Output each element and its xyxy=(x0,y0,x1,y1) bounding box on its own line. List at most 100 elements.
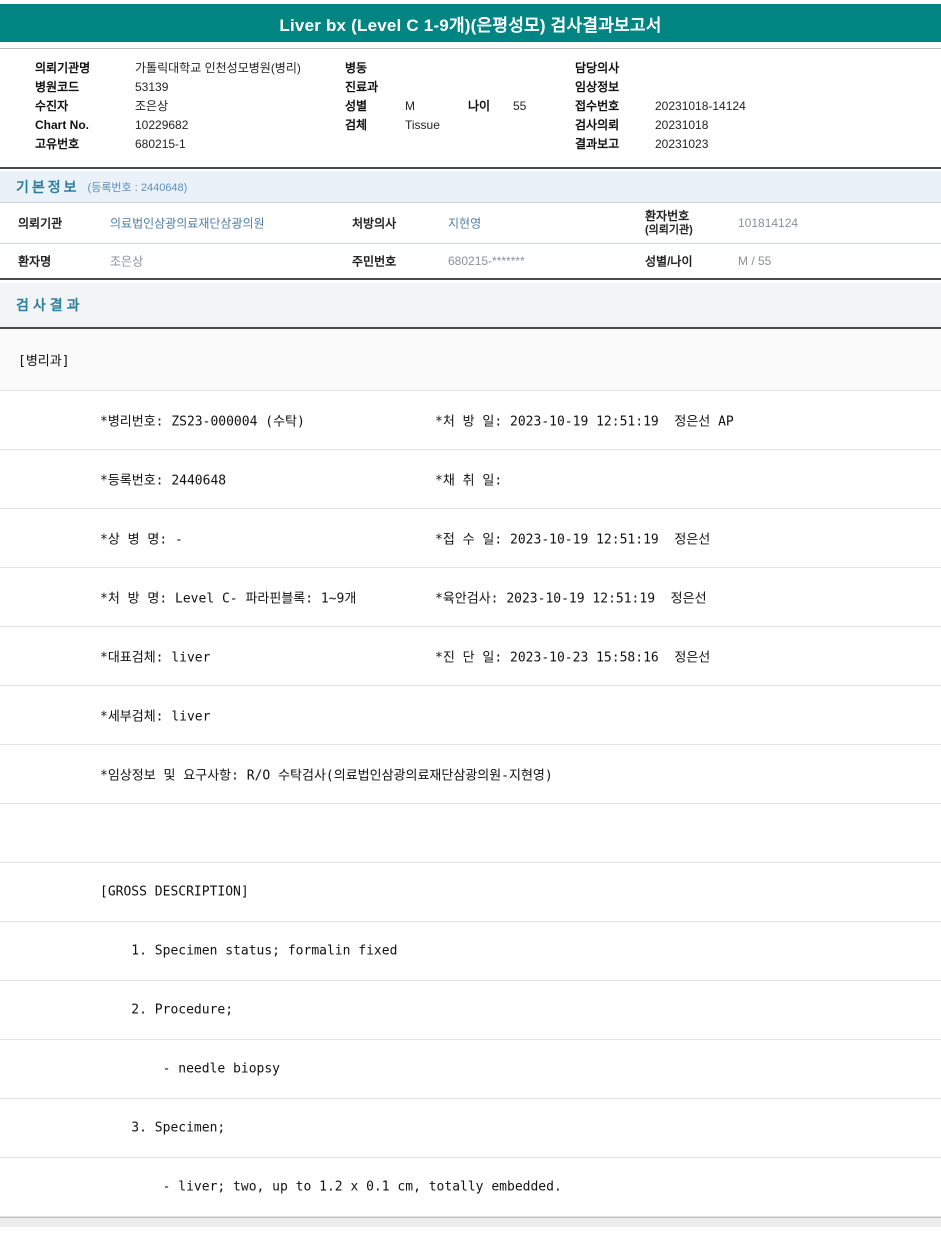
basic-info-title: 기본정보 xyxy=(16,178,80,195)
result-row: - liver; two, up to 1.2 x 0.1 cm, totall… xyxy=(0,1158,941,1217)
result-row: [GROSS DESCRIPTION] xyxy=(0,863,941,922)
field-label: 성별 xyxy=(345,99,368,113)
field-value: 조은상 xyxy=(135,99,169,113)
result-left: *처 방 명: Level C- 파라핀블록: 1~9개 xyxy=(100,591,357,607)
patient-header-middle-column: 병동 진료과 성별 M 나이 55 검체 Tissue xyxy=(345,58,526,134)
field-value: Tissue xyxy=(405,117,440,132)
field-unique-id: 고유번호 680215-1 xyxy=(35,134,301,153)
field-value: M xyxy=(405,98,415,113)
result-row: *병리번호: ZS23-000004 (수탁) *처 방 일: 2023-10-… xyxy=(0,391,941,450)
result-left: *임상정보 및 요구사항: R/O 수탁검사(의료법인삼광의료재단삼광의원-지현… xyxy=(100,768,553,784)
field-value: 조은상 xyxy=(110,254,144,269)
field-clinical-info: 임상정보 xyxy=(575,77,746,96)
field-value: 10229682 xyxy=(135,117,189,132)
footer-strip xyxy=(0,1217,941,1227)
result-row xyxy=(0,804,941,863)
field-hospital-code: 병원코드 53139 xyxy=(35,77,301,96)
field-label: 진료과 xyxy=(345,80,379,94)
field-chart-no: Chart No. 10229682 xyxy=(35,115,301,134)
patient-header-right-column: 담당의사 임상정보 접수번호 20231018-14124 검사의뢰 20231… xyxy=(575,58,746,153)
field-referring-org: 의뢰기관명 가톨릭대학교 인천성모병원(병리) xyxy=(35,58,301,77)
field-label: 임상정보 xyxy=(575,80,620,94)
field-value: 680215-1 xyxy=(135,136,186,151)
field-value: 20231018-14124 xyxy=(655,98,746,113)
result-left: *세부검체: liver xyxy=(100,709,211,725)
result-left: 1. Specimen status; formalin fixed xyxy=(100,943,398,959)
field-label: 의뢰기관 xyxy=(18,216,63,231)
result-row: - needle biopsy xyxy=(0,1040,941,1099)
field-label: 접수번호 xyxy=(575,99,620,113)
result-left: *병리번호: ZS23-000004 (수탁) xyxy=(100,414,305,430)
result-left: - liver; two, up to 1.2 x 0.1 cm, totall… xyxy=(100,1179,562,1195)
field-label: Chart No. xyxy=(35,117,89,132)
field-value: 20231023 xyxy=(655,136,709,151)
field-report-date: 결과보고 20231023 xyxy=(575,134,746,153)
field-value: 가톨릭대학교 인천성모병원(병리) xyxy=(135,61,301,75)
result-row: *임상정보 및 요구사항: R/O 수탁검사(의료법인삼광의료재단삼광의원-지현… xyxy=(0,745,941,804)
field-label: 병동 xyxy=(345,61,368,75)
field-label: 검체 xyxy=(345,118,368,132)
field-specimen: 검체 Tissue xyxy=(345,115,526,134)
result-right: *접 수 일: 2023-10-19 12:51:19 정은선 xyxy=(435,532,711,548)
field-request-date: 검사의뢰 20231018 xyxy=(575,115,746,134)
result-left: 2. Procedure; xyxy=(100,1002,234,1018)
results-section-header: 검사결과 xyxy=(0,283,941,329)
result-left: [GROSS DESCRIPTION] xyxy=(100,884,249,900)
field-label-line2: (의뢰기관) xyxy=(645,224,693,236)
basic-info-registration-no: (등록번호 : 2440648) xyxy=(87,181,188,194)
field-value: 55 xyxy=(513,98,527,113)
field-label: 고유번호 xyxy=(35,137,80,151)
result-left: 3. Specimen; xyxy=(100,1120,226,1136)
result-row: 2. Procedure; xyxy=(0,981,941,1040)
result-right: *육안검사: 2023-10-19 12:51:19 정은선 xyxy=(435,591,707,607)
field-label: 의뢰기관명 xyxy=(35,61,91,75)
results-department-row: [병리과] xyxy=(0,329,941,391)
field-label: 담당의사 xyxy=(575,61,620,75)
patient-header: 의뢰기관명 가톨릭대학교 인천성모병원(병리) 병원코드 53139 수진자 조… xyxy=(0,48,941,169)
basic-info-row: 의뢰기관 의료법인삼광의료재단삼광의원 처방의사 지현영 환자번호 (의뢰기관)… xyxy=(0,203,941,244)
result-left: - needle biopsy xyxy=(100,1061,281,1077)
result-row: *처 방 명: Level C- 파라핀블록: 1~9개 *육안검사: 2023… xyxy=(0,568,941,627)
result-row: *대표검체: liver *진 단 일: 2023-10-23 15:58:16… xyxy=(0,627,941,686)
result-row: *상 병 명: - *접 수 일: 2023-10-19 12:51:19 정은… xyxy=(0,509,941,568)
field-value: 20231018 xyxy=(655,117,709,132)
result-right: *진 단 일: 2023-10-23 15:58:16 정은선 xyxy=(435,650,711,666)
report-title: Liver bx (Level C 1-9개)(은평성모) 검사결과보고서 xyxy=(279,15,662,35)
field-label: 검사의뢰 xyxy=(575,118,620,132)
field-ward: 병동 xyxy=(345,58,526,77)
result-row: *세부검체: liver xyxy=(0,686,941,745)
patient-header-left-column: 의뢰기관명 가톨릭대학교 인천성모병원(병리) 병원코드 53139 수진자 조… xyxy=(35,58,301,153)
field-sex-age: 성별 M 나이 55 xyxy=(345,96,526,115)
field-accession-no: 접수번호 20231018-14124 xyxy=(575,96,746,115)
result-row: 1. Specimen status; formalin fixed xyxy=(0,922,941,981)
result-row: 3. Specimen; xyxy=(0,1099,941,1158)
result-row: *등록번호: 2440648 *채 취 일: xyxy=(0,450,941,509)
field-attending-doctor: 담당의사 xyxy=(575,58,746,77)
result-left: *대표검체: liver xyxy=(100,650,211,666)
field-value: M / 55 xyxy=(738,254,772,268)
field-value: 지현영 xyxy=(448,216,482,231)
field-value: 680215-******* xyxy=(448,254,525,268)
field-label-line1: 환자번호 xyxy=(645,209,690,223)
field-value: 53139 xyxy=(135,79,169,94)
field-label: 성별/나이 xyxy=(645,254,693,269)
report-title-bar: Liver bx (Level C 1-9개)(은평성모) 검사결과보고서 xyxy=(0,4,941,42)
field-value: 의료법인삼광의료재단삼광의원 xyxy=(110,216,265,231)
field-label: 수진자 xyxy=(35,99,69,113)
field-patient-name: 수진자 조은상 xyxy=(35,96,301,115)
field-label: 병원코드 xyxy=(35,80,80,94)
basic-info-row: 환자명 조은상 주민번호 680215-******* 성별/나이 M / 55 xyxy=(0,244,941,280)
field-label: 환자명 xyxy=(18,254,52,269)
field-department: 진료과 xyxy=(345,77,526,96)
field-label: 환자번호 (의뢰기관) xyxy=(645,209,693,237)
field-value: 101814124 xyxy=(738,216,799,230)
field-label: 나이 xyxy=(468,99,491,113)
field-label: 결과보고 xyxy=(575,137,620,151)
field-label: 처방의사 xyxy=(352,216,397,231)
result-right: *채 취 일: xyxy=(435,473,503,489)
result-right: *처 방 일: 2023-10-19 12:51:19 정은선 AP xyxy=(435,414,734,430)
result-left: *상 병 명: - xyxy=(100,532,183,548)
department-name: [병리과] xyxy=(18,354,70,369)
results-title: 검사결과 xyxy=(16,297,84,313)
result-left: *등록번호: 2440648 xyxy=(100,473,227,489)
